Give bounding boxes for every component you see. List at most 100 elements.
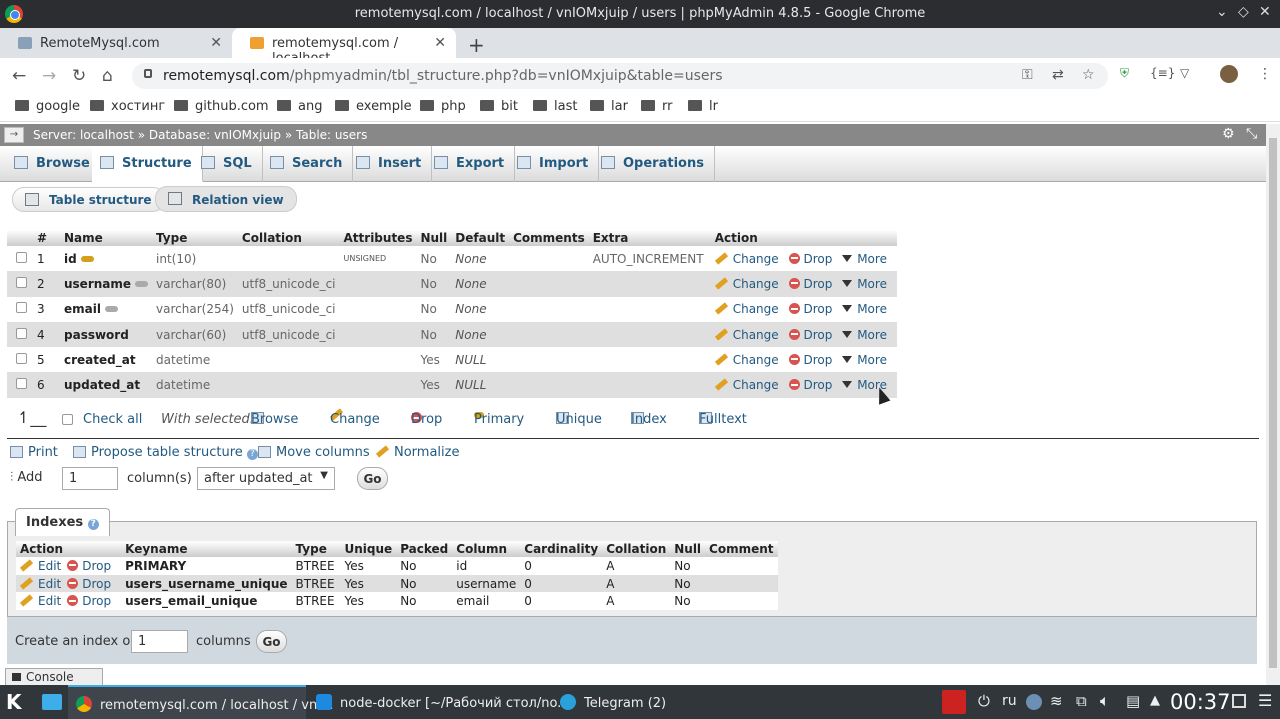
drop-index-button[interactable]: Drop <box>67 577 111 591</box>
drop-button[interactable]: Drop <box>788 252 832 266</box>
chrome-menu-icon[interactable]: ⋮ <box>1258 66 1272 82</box>
close-tab-icon[interactable]: ✕ <box>431 35 446 51</box>
add-columns-count-input[interactable]: 1 <box>62 467 118 490</box>
tab-operations[interactable]: Operations <box>593 146 715 182</box>
tray-update-icon[interactable]: ⏻ <box>978 692 990 710</box>
more-button[interactable]: More <box>842 277 887 291</box>
check-all-checkbox[interactable] <box>62 414 73 425</box>
change-button[interactable]: Change <box>714 277 779 291</box>
volume-icon[interactable]: 🔈︎ <box>1100 691 1110 711</box>
bookmark-folder[interactable]: lar <box>590 99 628 114</box>
collapse-icon[interactable]: ⤡ <box>1246 126 1257 142</box>
bookmark-folder[interactable]: github.com <box>174 99 269 114</box>
edit-index-button[interactable]: Edit <box>19 577 61 591</box>
column-header[interactable]: Name <box>60 230 153 246</box>
close-window-icon[interactable]: ✕ <box>1259 4 1271 20</box>
tab-search[interactable]: Search <box>262 146 354 182</box>
move-columns-link[interactable]: Move columns <box>258 445 370 460</box>
column-header[interactable]: Null <box>416 230 452 246</box>
tab-structure[interactable]: Structure <box>92 146 203 182</box>
row-checkbox[interactable] <box>16 276 27 288</box>
bookmark-folder[interactable]: lr <box>688 99 718 114</box>
bookmark-star-icon[interactable]: ☆ <box>1082 67 1095 83</box>
settings-gear-icon[interactable]: ⚙ <box>1222 126 1235 142</box>
change-button[interactable]: Change <box>714 252 779 266</box>
file-manager-icon[interactable] <box>42 694 62 710</box>
change-button[interactable]: Change <box>714 378 779 392</box>
row-checkbox[interactable] <box>16 302 27 314</box>
tab-remotemysql[interactable]: RemoteMysql.com ✕ <box>0 28 232 58</box>
taskbar-item-webstorm[interactable]: node-docker [~/Рабочий стол/no... <box>316 694 570 711</box>
column-header[interactable]: Comments <box>509 230 589 246</box>
home-icon[interactable]: ⌂ <box>102 66 113 86</box>
table-row[interactable]: 5 created_at datetime Yes NULL Change Dr… <box>7 347 897 372</box>
edit-index-button[interactable]: Edit <box>19 594 61 608</box>
drop-button[interactable]: Drop <box>788 277 832 291</box>
drop-button[interactable]: Drop <box>788 353 832 367</box>
drop-button[interactable]: Drop <box>788 328 832 342</box>
drop-button[interactable]: Drop <box>788 302 832 316</box>
edit-index-button[interactable]: Edit <box>19 559 61 573</box>
column-header[interactable]: Attributes <box>339 230 417 246</box>
network-icon[interactable]: ⧉ <box>1076 692 1087 710</box>
bookmark-folder[interactable]: bit <box>480 99 518 114</box>
table-row[interactable]: 6 updated_at datetime Yes NULL Change Dr… <box>7 372 897 398</box>
breadcrumb-table[interactable]: Table: users <box>296 128 367 142</box>
table-structure-button[interactable]: Table structure <box>12 187 165 212</box>
tab-import[interactable]: Import <box>509 146 600 182</box>
translate-icon[interactable]: ⇄ <box>1052 67 1064 83</box>
extension-json-icon[interactable]: {≡} <box>1150 66 1175 80</box>
maximize-icon[interactable]: ◇ <box>1238 4 1249 20</box>
help-icon[interactable]: ? <box>87 519 99 530</box>
bookmark-folder[interactable]: last <box>533 99 577 114</box>
bookmark-folder[interactable]: хостинг <box>90 99 165 114</box>
forward-icon[interactable]: → <box>42 66 56 86</box>
taskbar-item-chrome[interactable]: remotemysql.com / localhost / vnI... <box>68 685 333 719</box>
more-button[interactable]: More <box>842 252 887 266</box>
console-toggle[interactable]: Console <box>5 668 103 685</box>
change-button[interactable]: Change <box>714 353 779 367</box>
tray-app-icon[interactable] <box>942 690 966 714</box>
page-scrollbar[interactable] <box>1266 124 1280 685</box>
propose-structure-link[interactable]: Propose table structure ? <box>73 445 258 460</box>
address-bar[interactable]: remotemysql.com/phpmyadmin/tbl_structure… <box>132 63 1108 89</box>
taskbar-item-telegram[interactable]: Telegram (2) <box>560 694 666 711</box>
more-button[interactable]: More <box>842 353 887 367</box>
tab-sql[interactable]: SQL <box>193 146 263 182</box>
minimize-icon[interactable]: ⌄ <box>1216 4 1228 20</box>
breadcrumb-database[interactable]: Database: vnIOMxjuip <box>149 128 281 142</box>
key-icon[interactable]: ⚿ <box>1022 67 1033 83</box>
clipboard-icon[interactable]: ▤ <box>1126 692 1140 710</box>
navigation-toggle-icon[interactable]: → <box>4 127 24 143</box>
tab-export[interactable]: Export <box>426 146 516 182</box>
breadcrumb-server[interactable]: Server: localhost <box>33 128 134 142</box>
row-checkbox[interactable] <box>16 378 27 390</box>
more-button[interactable]: More <box>842 302 887 316</box>
notifications-icon[interactable] <box>1026 694 1042 710</box>
table-row[interactable]: 3 email varchar(254) utf8_unicode_ci No … <box>7 297 897 322</box>
drop-button[interactable]: Drop <box>788 378 832 392</box>
table-row[interactable]: 1 id int(10) UNSIGNED No None AUTO_INCRE… <box>7 246 897 271</box>
kde-menu-icon[interactable]: K <box>6 690 22 714</box>
row-checkbox[interactable] <box>16 327 27 339</box>
table-row[interactable]: 4 password varchar(60) utf8_unicode_ci N… <box>7 321 897 348</box>
bookmark-folder[interactable]: rr <box>641 99 672 114</box>
check-all-label[interactable]: Check all <box>83 412 142 427</box>
show-desktop-icon[interactable] <box>1232 694 1246 708</box>
extension-vue-icon[interactable]: ▽ <box>1180 66 1189 80</box>
row-checkbox[interactable] <box>16 251 27 263</box>
reload-icon[interactable]: ↻ <box>72 66 86 86</box>
table-row[interactable]: 2 username varchar(80) utf8_unicode_ci N… <box>7 271 897 297</box>
tray-expand-icon[interactable]: ▲ <box>1150 693 1160 708</box>
tab-phpmyadmin[interactable]: remotemysql.com / localhost ✕ <box>232 28 456 58</box>
column-header[interactable]: Extra <box>588 230 711 246</box>
change-button[interactable]: Change <box>714 302 779 316</box>
relation-view-button[interactable]: Relation view <box>155 186 297 212</box>
new-tab-icon[interactable]: + <box>468 33 485 57</box>
wifi-icon[interactable]: ≋ <box>1050 692 1063 710</box>
clock[interactable]: 00:37 <box>1170 690 1231 714</box>
avatar[interactable] <box>1220 65 1238 83</box>
add-columns-go-button[interactable]: Go <box>357 467 388 490</box>
row-checkbox[interactable] <box>16 352 27 364</box>
bookmark-folder[interactable]: exemple <box>335 99 412 114</box>
